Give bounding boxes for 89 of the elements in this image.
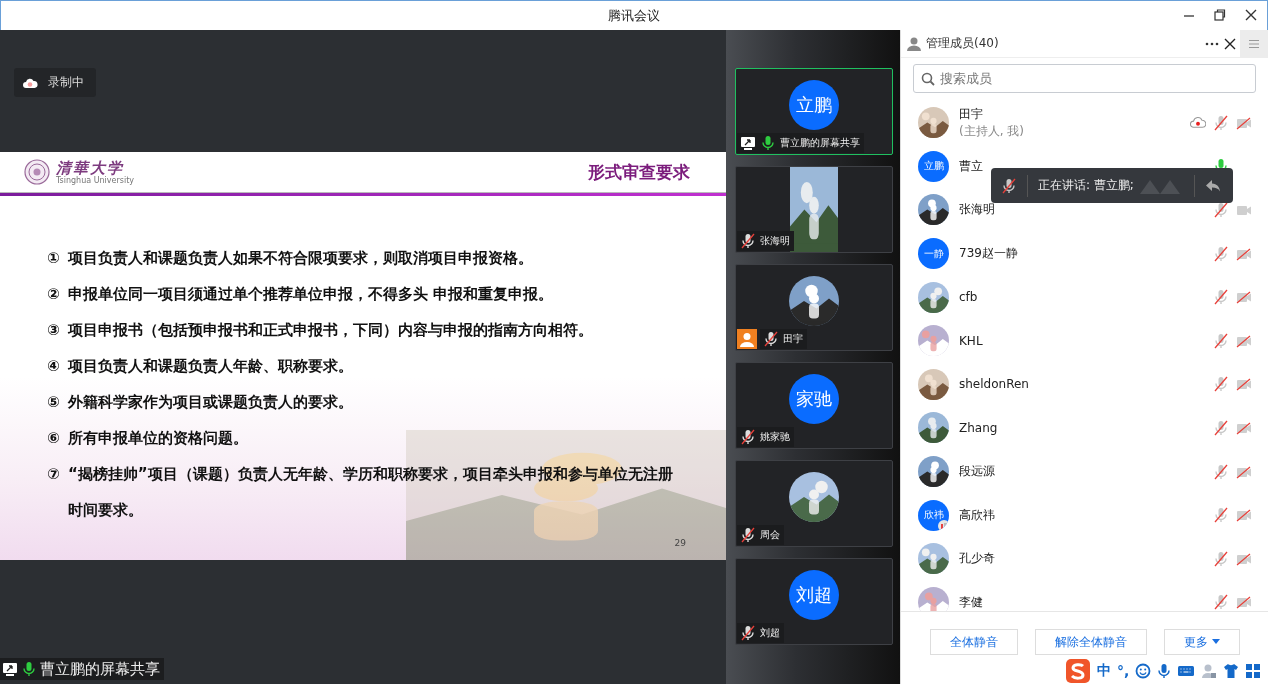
item-number: ① [47, 248, 61, 269]
member-name: 段远源 [959, 463, 996, 481]
item-text: 项目负责人和课题负责人年龄、职称要求。 [68, 356, 354, 377]
member-name: Zhang [959, 420, 999, 435]
mic-icon[interactable] [1157, 663, 1172, 679]
restore-icon[interactable] [1214, 8, 1226, 22]
camera-off-icon[interactable] [1236, 507, 1252, 524]
page-number: 29 [674, 538, 686, 548]
member-name: 田宇 [959, 105, 984, 123]
dropdown-button[interactable]: 更多 [1163, 629, 1240, 655]
search-icon [921, 72, 935, 86]
member-name: 张海明 [959, 201, 996, 219]
mic-muted-icon[interactable] [740, 233, 756, 249]
item-text: 申报单位同一项目须通过单个推荐单位申报，不得多头 申报和重复申报。 [68, 284, 555, 305]
screen-share-icon [2, 661, 18, 677]
avatar: 立鹏 [918, 150, 949, 182]
logo-subtitle: Tsinghua University [56, 175, 135, 185]
camera-off-icon[interactable] [1236, 289, 1252, 306]
slide-title: 形式审查要求 [588, 160, 690, 184]
person-icon[interactable] [1201, 663, 1218, 679]
panel-title: 管理成员(40) [926, 35, 1000, 52]
item-number: ③ [47, 320, 61, 341]
ime-text[interactable]: °, [1117, 663, 1130, 679]
menu-icon [1249, 38, 1259, 49]
share-label: 曹立鹏的屏幕共享 [0, 658, 164, 680]
item-number: ⑤ [47, 392, 61, 413]
item-number: ⑦ [47, 464, 61, 485]
member-name: 曹立 [959, 157, 984, 175]
avatar: 立鹏 [789, 80, 839, 130]
action-button[interactable]: 全体静音 [929, 629, 1018, 655]
member-name: 李健 [959, 593, 984, 611]
item-text: 项目申报书（包括预申报书和正式申报书，下同）内容与申报的指南方向相符。 [68, 320, 594, 341]
item-number: ⑥ [47, 428, 61, 449]
video-tile[interactable]: 立鹏 曹立鹏的屏幕共享 [735, 68, 893, 155]
reply-icon[interactable] [1205, 178, 1221, 193]
mic-muted-icon[interactable] [740, 527, 756, 543]
member-name: sheldonRen [959, 377, 1030, 392]
member-name: 高欣祎 [959, 506, 996, 524]
avatar: 家驰 [789, 374, 839, 424]
mic-muted-icon[interactable] [763, 331, 779, 347]
mic-muted-icon[interactable] [740, 429, 756, 445]
mic-icon[interactable] [760, 135, 776, 151]
name-label: 姚家驰 [737, 427, 794, 447]
camera-off-icon[interactable] [1236, 594, 1252, 611]
avatar: 欣祎 [918, 499, 949, 531]
item-text: 项目负责人和课题负责人如果不符合限项要求，则取消项目申报资格。 [68, 248, 534, 269]
ime-text[interactable]: 中 [1097, 662, 1111, 680]
mic-icon[interactable] [21, 661, 37, 677]
logo-icon[interactable] [1065, 658, 1091, 684]
item-text: 外籍科学家作为项目或课题负责人的要求。 [68, 392, 354, 413]
mic-muted-icon[interactable] [740, 625, 756, 641]
window-title: 腾讯会议 [608, 6, 660, 25]
shirt-icon[interactable] [1223, 663, 1240, 679]
camera-off-icon[interactable] [1236, 376, 1252, 393]
name-label: 田宇 [760, 329, 807, 349]
close-icon[interactable] [1245, 8, 1257, 22]
speaking-tooltip: 正在讲话: 曹立鹏; [991, 168, 1233, 203]
action-button[interactable]: 解除全体静音 [1034, 629, 1147, 655]
avatar: 刘超 [789, 570, 839, 620]
close-icon[interactable] [1224, 37, 1236, 50]
person-icon [906, 35, 922, 52]
video-tile[interactable]: 刘超 刘超 [735, 558, 893, 645]
smiley-icon[interactable] [1135, 663, 1152, 679]
grid-icon[interactable] [1245, 663, 1262, 679]
name-label: 刘超 [737, 623, 784, 643]
item-number: ④ [47, 356, 61, 377]
avatar: 一静 [918, 238, 949, 270]
item-text: 所有申报单位的资格问题。 [68, 428, 249, 449]
recording-badge: 录制中 [14, 68, 96, 97]
member-name: cfb [959, 290, 979, 305]
search-field[interactable]: 搜索成员 [913, 64, 1256, 93]
seal-icon [24, 159, 50, 185]
cloud-icon [22, 76, 38, 89]
item-text: “揭榜挂帅”项目（课题）负责人无年龄、学历和职称要求，项目牵头申报和参与单位无注册时间要求。 [68, 464, 674, 521]
member-name: KHL [959, 333, 984, 348]
member-name: 孔少奇 [959, 550, 996, 568]
video-tile[interactable]: 家驰 姚家驰 [735, 362, 893, 449]
video-tile[interactable]: 周会 [735, 460, 893, 547]
video-tile[interactable]: 田宇 [735, 264, 893, 351]
name-label: 张海明 [737, 231, 794, 251]
keyboard-icon[interactable] [1177, 664, 1196, 678]
item-number: ② [47, 284, 61, 305]
logo-text: 清華大学 [56, 159, 124, 176]
name-label: 周会 [737, 525, 784, 545]
name-label: 曹立鹏的屏幕共享 [737, 133, 864, 153]
member-name: 739赵一静 [959, 245, 1019, 263]
video-tile[interactable]: 张海明 [735, 166, 893, 253]
mic-muted-icon[interactable] [1001, 177, 1017, 194]
member-role: (主持人, 我) [959, 122, 1025, 140]
